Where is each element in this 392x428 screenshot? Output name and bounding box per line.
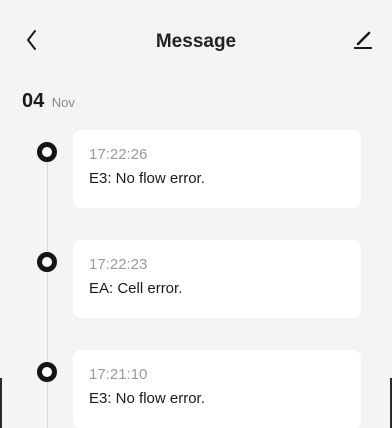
- timeline-dot-icon: [37, 142, 57, 162]
- message-card[interactable]: 17:21:10 E3: No flow error.: [73, 350, 361, 428]
- edit-pen-icon: [354, 31, 372, 49]
- message-text: E3: No flow error.: [89, 390, 205, 407]
- date-group-header: 04 Nov: [22, 90, 75, 113]
- date-month: Nov: [51, 95, 75, 110]
- message-time: 17:21:10: [89, 366, 148, 383]
- message-text: EA: Cell error.: [89, 280, 183, 297]
- message-card[interactable]: 17:22:26 E3: No flow error.: [73, 130, 361, 208]
- timeline-dot-icon: [37, 252, 57, 272]
- timeline-dot-icon: [37, 362, 57, 382]
- message-text: E3: No flow error.: [89, 170, 205, 187]
- timeline-line: [47, 158, 48, 428]
- date-day: 04: [22, 90, 45, 112]
- message-time: 17:22:23: [89, 256, 148, 273]
- page-title: Message: [155, 31, 237, 52]
- frame-edge-left: [0, 378, 2, 428]
- edit-button[interactable]: [350, 26, 378, 54]
- message-card[interactable]: 17:22:23 EA: Cell error.: [73, 240, 361, 318]
- header-bar: Message: [0, 0, 392, 80]
- message-time: 17:22:26: [89, 146, 148, 163]
